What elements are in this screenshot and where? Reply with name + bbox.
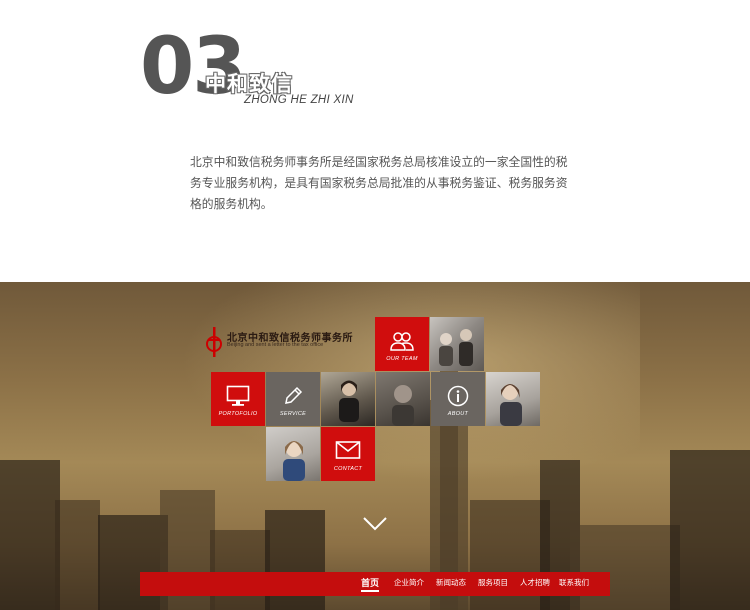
skyline-building	[0, 460, 60, 610]
tile-service[interactable]: SERVICE	[266, 372, 320, 426]
seal-logo-icon	[206, 327, 222, 357]
chevron-down-icon[interactable]	[363, 517, 387, 531]
nav-item-contact[interactable]: 联系我们	[559, 577, 589, 588]
nav-item-news[interactable]: 新闻动态	[436, 577, 466, 588]
skyline-building	[55, 500, 100, 610]
skyline-building	[670, 450, 750, 610]
nav-item-home[interactable]: 首页	[361, 576, 380, 592]
tile-label: PORTOFOLIO	[218, 411, 258, 417]
main-nav: 首页 企业简介 新闻动态 服务项目 人才招聘 联系我们	[140, 572, 610, 596]
tile-our-team[interactable]: OUR TEAM	[375, 317, 429, 371]
skyline-building	[570, 525, 680, 610]
team-photo	[430, 317, 484, 371]
logo-name-en: Beijing and sent a letter to the tax off…	[227, 342, 324, 348]
info-icon	[447, 385, 469, 407]
woman-headset-photo-icon	[283, 441, 305, 481]
company-description: 北京中和致信税务师事务所是经国家税务总局核准设立的一家全国性的税务专业服务机构，…	[190, 155, 568, 211]
nav-item-careers[interactable]: 人才招聘	[520, 577, 550, 588]
people-photo-icon	[439, 329, 473, 366]
tile-about[interactable]: ABOUT	[431, 372, 485, 426]
man-portrait-photo-icon	[392, 385, 414, 426]
team-icon	[390, 332, 414, 351]
tile-label: ABOUT	[447, 411, 469, 417]
woman-headset-photo-icon	[339, 380, 359, 422]
company-logo[interactable]: 北京中和致信税务师事务所 Beijing and sent a letter t…	[205, 325, 365, 361]
tile-portfolio[interactable]: PORTOFOLIO	[211, 372, 265, 426]
tile-label: SERVICE	[279, 411, 307, 417]
man-photo	[376, 372, 430, 426]
monitor-icon	[226, 385, 250, 406]
about-photo	[486, 372, 540, 426]
skyline-building	[210, 530, 270, 610]
service-photo	[321, 372, 375, 426]
contact-photo	[266, 427, 320, 481]
nav-item-services[interactable]: 服务项目	[478, 577, 508, 588]
tile-label: OUR TEAM	[386, 356, 418, 362]
envelope-icon	[335, 441, 361, 459]
nav-item-about[interactable]: 企业简介	[394, 577, 424, 588]
tile-contact[interactable]: CONTACT	[321, 427, 375, 481]
woman-phone-photo-icon	[500, 384, 522, 426]
pencil-icon	[285, 386, 303, 404]
intro-section: 03 中和致信 ZHONG HE ZHI XIN 北京中和致信税务师事务所是经国…	[0, 0, 750, 282]
section-title-en: ZHONG HE ZHI XIN	[244, 94, 354, 106]
tile-label: CONTACT	[333, 466, 363, 472]
